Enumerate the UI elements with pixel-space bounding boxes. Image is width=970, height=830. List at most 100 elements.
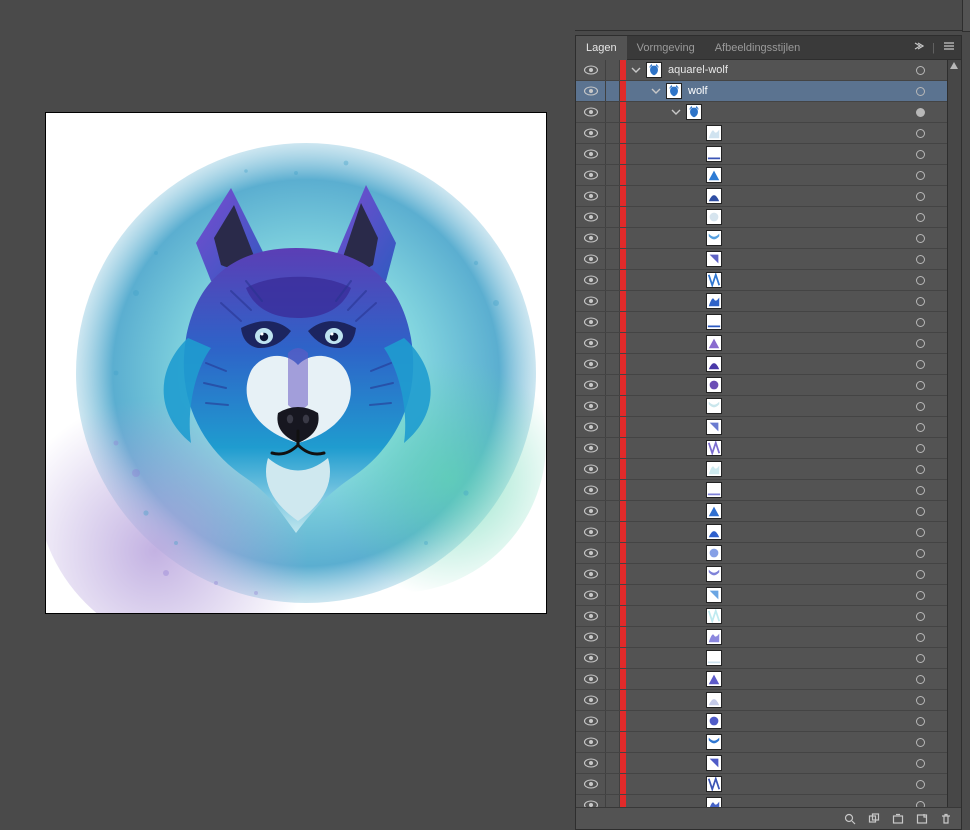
visibility-toggle[interactable] [576,102,606,122]
layer-path[interactable] [576,648,947,669]
selection-indicator[interactable] [935,774,947,794]
lock-toggle[interactable] [606,417,620,437]
layer-path[interactable] [576,333,947,354]
selection-indicator[interactable] [935,291,947,311]
lock-toggle[interactable] [606,144,620,164]
lock-toggle[interactable] [606,102,620,122]
target-button[interactable] [905,207,935,227]
selection-indicator[interactable] [935,480,947,500]
collect-icon[interactable] [867,812,881,826]
selection-indicator[interactable] [935,396,947,416]
lock-toggle[interactable] [606,732,620,752]
visibility-toggle[interactable] [576,144,606,164]
visibility-toggle[interactable] [576,606,606,626]
selection-indicator[interactable] [935,459,947,479]
lock-toggle[interactable] [606,81,620,101]
lock-toggle[interactable] [606,333,620,353]
selection-indicator[interactable] [935,753,947,773]
target-button[interactable] [905,606,935,626]
layer-path[interactable] [576,144,947,165]
visibility-toggle[interactable] [576,270,606,290]
selection-indicator[interactable] [935,354,947,374]
visibility-toggle[interactable] [576,186,606,206]
lock-toggle[interactable] [606,606,620,626]
selection-indicator[interactable] [935,123,947,143]
visibility-toggle[interactable] [576,417,606,437]
selection-indicator[interactable] [935,522,947,542]
visibility-toggle[interactable] [576,312,606,332]
selection-indicator[interactable] [935,165,947,185]
visibility-toggle[interactable] [576,564,606,584]
target-button[interactable] [905,249,935,269]
target-button[interactable] [905,333,935,353]
target-button[interactable] [905,417,935,437]
target-button[interactable] [905,123,935,143]
lock-toggle[interactable] [606,270,620,290]
target-button[interactable] [905,543,935,563]
visibility-toggle[interactable] [576,501,606,521]
target-button[interactable] [905,648,935,668]
visibility-toggle[interactable] [576,711,606,731]
layer-path[interactable] [576,522,947,543]
locate-icon[interactable] [843,812,857,826]
layer-path[interactable] [576,291,947,312]
visibility-toggle[interactable] [576,81,606,101]
lock-toggle[interactable] [606,480,620,500]
selection-indicator[interactable] [935,543,947,563]
visibility-toggle[interactable] [576,648,606,668]
layer-path[interactable] [576,543,947,564]
tab-appearance[interactable]: Vormgeving [627,36,705,60]
layer-path[interactable] [576,690,947,711]
layer-path[interactable] [576,627,947,648]
selection-indicator[interactable] [935,249,947,269]
new-sublayer-icon[interactable] [891,812,905,826]
layer-list[interactable]: aquarel-wolfwolf [576,60,961,829]
target-button[interactable] [905,438,935,458]
layer-path[interactable] [576,186,947,207]
canvas-area[interactable] [0,0,575,830]
target-button[interactable] [905,81,935,101]
target-button[interactable] [905,564,935,584]
target-button[interactable] [905,375,935,395]
lock-toggle[interactable] [606,585,620,605]
selection-indicator[interactable] [935,732,947,752]
visibility-toggle[interactable] [576,228,606,248]
visibility-toggle[interactable] [576,165,606,185]
target-button[interactable] [905,102,935,122]
target-button[interactable] [905,228,935,248]
layer-path[interactable] [576,774,947,795]
visibility-toggle[interactable] [576,522,606,542]
visibility-toggle[interactable] [576,396,606,416]
target-button[interactable] [905,396,935,416]
selection-indicator[interactable] [935,102,947,122]
layer-path[interactable] [576,165,947,186]
visibility-toggle[interactable] [576,60,606,80]
disclosure-toggle[interactable] [669,105,683,119]
lock-toggle[interactable] [606,501,620,521]
selection-indicator[interactable] [935,627,947,647]
selection-indicator[interactable] [935,648,947,668]
target-button[interactable] [905,186,935,206]
selection-indicator[interactable] [935,333,947,353]
lock-toggle[interactable] [606,291,620,311]
layer-path[interactable] [576,669,947,690]
layer-group[interactable] [576,102,947,123]
selection-indicator[interactable] [935,564,947,584]
target-button[interactable] [905,480,935,500]
target-button[interactable] [905,165,935,185]
lock-toggle[interactable] [606,522,620,542]
target-button[interactable] [905,459,935,479]
layer-path[interactable] [576,753,947,774]
lock-toggle[interactable] [606,564,620,584]
lock-toggle[interactable] [606,249,620,269]
target-button[interactable] [905,774,935,794]
layer-path[interactable] [576,438,947,459]
layer-path[interactable] [576,501,947,522]
lock-toggle[interactable] [606,123,620,143]
tab-graphic-styles[interactable]: Afbeeldingsstijlen [705,36,811,60]
lock-toggle[interactable] [606,438,620,458]
layer-path[interactable] [576,732,947,753]
target-button[interactable] [905,711,935,731]
lock-toggle[interactable] [606,207,620,227]
layer-path[interactable] [576,123,947,144]
